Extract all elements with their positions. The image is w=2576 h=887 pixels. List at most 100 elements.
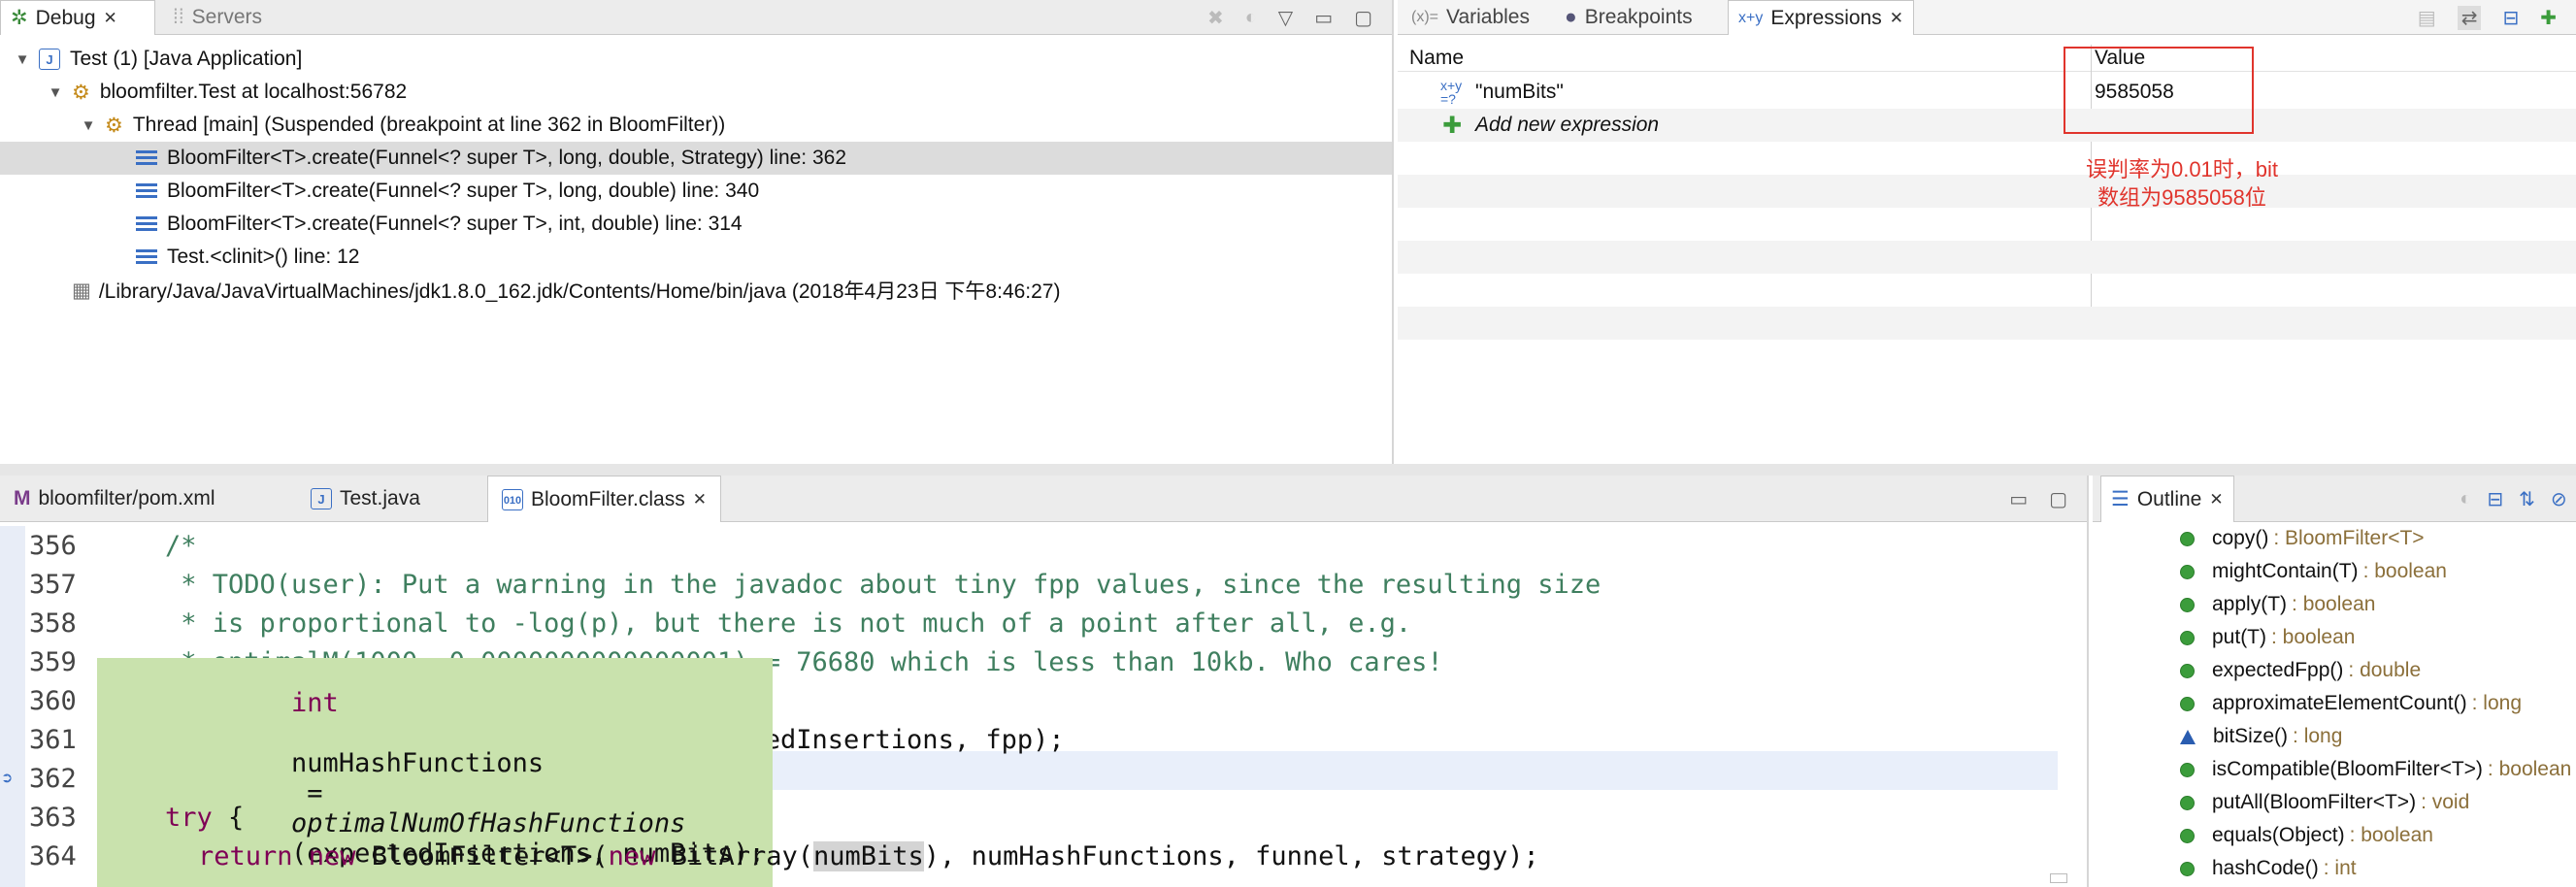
- method-type: : boolean: [2349, 824, 2433, 846]
- tab-debug-label: Debug: [35, 6, 96, 29]
- outline-item[interactable]: bitSize() : long: [2093, 720, 2576, 753]
- column-name-header[interactable]: Name: [1409, 47, 1464, 70]
- process-icon: ▦: [72, 279, 91, 302]
- stack-frame-label: BloomFilter<T>.create(Funnel<? super T>,…: [167, 180, 760, 202]
- tree-item-launch[interactable]: ▼ J Test (1) [Java Application]: [0, 43, 1392, 76]
- show-type-names-icon[interactable]: ▤: [2418, 6, 2436, 30]
- current-code-line: 362 ➲ int numHashFunctions = optimalNumO…: [0, 658, 2087, 887]
- focus-icon[interactable]: ◐: [2460, 488, 2471, 510]
- minimize-icon[interactable]: ▭: [2009, 487, 2028, 511]
- instruction-pointer-icon: ➲: [2, 768, 13, 789]
- line-number: 362: [29, 763, 77, 794]
- add-icon: ✚: [1442, 112, 1463, 139]
- code-line: 364 return new BloomFilter<T>( new BitAr…: [0, 837, 2087, 875]
- outline-item[interactable]: mightContain(T) : boolean: [2093, 555, 2576, 588]
- code-text: ), numHashFunctions, funnel, strategy);: [923, 840, 1539, 871]
- close-icon[interactable]: ✕: [693, 490, 707, 509]
- method-name: put(T): [2212, 626, 2267, 648]
- maximize-icon[interactable]: ▢: [2049, 487, 2067, 511]
- tab-variables[interactable]: (x)= Variables: [1402, 0, 1539, 35]
- outline-item[interactable]: apply(T) : boolean: [2093, 588, 2576, 621]
- add-expression-label: Add new expression: [1475, 114, 1660, 136]
- expand-arrow-icon[interactable]: ▼: [14, 51, 31, 68]
- add-expression-row[interactable]: ✚ Add new expression: [1398, 109, 2576, 142]
- method-name: mightContain(T): [2212, 560, 2359, 582]
- stripe: [1398, 241, 2576, 274]
- tab-variables-label: Variables: [1446, 6, 1530, 28]
- method-type: : boolean: [2271, 626, 2356, 648]
- stripe: [1398, 175, 2576, 208]
- method-type: : long: [2471, 692, 2522, 714]
- editor-panel: M bloomfilter/pom.xml J Test.java 010 Bl…: [0, 476, 2089, 887]
- annotation-text: 误判率为0.01时，bit 数组为9585058位: [2058, 155, 2306, 212]
- expand-arrow-icon[interactable]: ▼: [47, 84, 64, 101]
- tree-item-thread[interactable]: ▼ ⚙ Thread [main] (Suspended (breakpoint…: [0, 109, 1392, 142]
- tab-servers[interactable]: ⁞⁞ Servers: [163, 0, 272, 35]
- tab-breakpoints[interactable]: ● Breakpoints: [1555, 0, 1702, 35]
- editor-tabbar: M bloomfilter/pom.xml J Test.java 010 Bl…: [0, 476, 2087, 522]
- minimize-icon[interactable]: ▭: [1314, 6, 1333, 30]
- keyword: int: [291, 688, 339, 718]
- add-expression-icon[interactable]: ✚: [2540, 6, 2557, 30]
- outline-item[interactable]: equals(Object) : boolean: [2093, 819, 2576, 852]
- remove-all-terminated-icon[interactable]: ✖: [1207, 6, 1224, 30]
- public-method-icon: [2180, 696, 2195, 711]
- tab-expressions[interactable]: x+y Expressions ✕: [1728, 0, 1914, 35]
- sort-icon[interactable]: ⇅: [2519, 487, 2535, 511]
- outline-item[interactable]: expectedFpp() : double: [2093, 654, 2576, 687]
- tab-pom[interactable]: M bloomfilter/pom.xml: [0, 476, 225, 522]
- expand-arrow-icon[interactable]: ▼: [80, 117, 97, 134]
- maximize-icon[interactable]: ▢: [1354, 6, 1372, 30]
- collapse-all-icon[interactable]: ⊟: [2502, 6, 2519, 30]
- method-name: hashCode(): [2212, 857, 2319, 879]
- stack-frame-row[interactable]: Test.<clinit>() line: 12: [0, 241, 1392, 274]
- tree-item-process[interactable]: ▦ /Library/Java/JavaVirtualMachines/jdk1…: [0, 274, 1392, 307]
- outline-item[interactable]: hashCode() : int: [2093, 852, 2576, 885]
- outline-item[interactable]: approximateElementCount() : long: [2093, 687, 2576, 720]
- tab-debug[interactable]: ✲ Debug ✕: [0, 0, 155, 35]
- close-icon[interactable]: ✕: [1890, 9, 1903, 28]
- stack-frame-row[interactable]: BloomFilter<T>.create(Funnel<? super T>,…: [0, 175, 1392, 208]
- annotation-line: 误判率为0.01时，bit: [2085, 157, 2279, 181]
- expressions-tabbar: (x)= Variables ● Breakpoints x+y Express…: [1398, 0, 2576, 35]
- sash[interactable]: [0, 464, 2576, 476]
- close-icon[interactable]: ✕: [2209, 490, 2223, 509]
- outline-item[interactable]: copy() : BloomFilter<T>: [2093, 522, 2576, 555]
- java-file-icon: J: [311, 488, 332, 509]
- expression-row[interactable]: x+y =? "numBits" 9585058: [1398, 76, 2576, 109]
- java-app-icon: J: [39, 49, 60, 70]
- debug-panel: ✲ Debug ✕ ⁞⁞ Servers ✖ ◐ ▽ ▭ ▢ ▼ J Test …: [0, 0, 1394, 464]
- variables-icon: (x)=: [1411, 9, 1438, 25]
- method-name: isCompatible(BloomFilter<T>): [2212, 758, 2483, 780]
- public-method-icon: [2180, 762, 2195, 777]
- stack-frame-row[interactable]: BloomFilter<T>.create(Funnel<? super T>,…: [0, 208, 1392, 241]
- tree-item-vm[interactable]: ▼ ⚙ bloomfilter.Test at localhost:56782: [0, 76, 1392, 109]
- method-name: equals(Object): [2212, 824, 2345, 846]
- expressions-toolbar: ▤ ⇄ ⊟ ✚: [2418, 0, 2557, 35]
- tab-bloomfilter-class[interactable]: 010 BloomFilter.class ✕: [487, 476, 721, 522]
- public-method-icon: [2180, 630, 2195, 645]
- options-icon[interactable]: ◐: [1245, 7, 1257, 29]
- stack-frame-icon: [136, 183, 157, 199]
- outline-item[interactable]: put(T) : boolean: [2093, 621, 2576, 654]
- view-menu-icon[interactable]: ▽: [1278, 6, 1293, 30]
- outline-tabbar: ☰ Outline ✕ ◐ ⊟ ⇅ ⊘ Ş: [2093, 476, 2576, 522]
- close-icon[interactable]: ✕: [104, 9, 117, 28]
- show-logical-structure-icon[interactable]: ⇄: [2457, 5, 2482, 30]
- method-name: putAll(BloomFilter<T>): [2212, 791, 2417, 813]
- outline-item[interactable]: putAll(BloomFilter<T>) : void: [2093, 786, 2576, 819]
- override-method-icon: [2180, 861, 2195, 876]
- tab-outline[interactable]: ☰ Outline ✕: [2100, 476, 2234, 522]
- line-number: 361: [29, 724, 77, 755]
- outline-item[interactable]: isCompatible(BloomFilter<T>) : boolean: [2093, 753, 2576, 786]
- stack-frame-row[interactable]: BloomFilter<T>.create(Funnel<? super T>,…: [0, 142, 1392, 175]
- collapse-all-icon[interactable]: ⊟: [2487, 487, 2503, 511]
- hide-fields-icon[interactable]: ⊘: [2551, 487, 2567, 511]
- code-area[interactable]: 356 /* 357 * TODO(user): Put a warning i…: [0, 526, 2087, 887]
- outline-icon: ☰: [2111, 488, 2130, 510]
- tab-test-java[interactable]: J Test.java: [301, 476, 430, 522]
- line-number: 357: [29, 569, 77, 600]
- keyword: new: [608, 840, 656, 871]
- code-line: 357 * TODO(user): Put a warning in the j…: [0, 565, 2087, 604]
- tab-outline-label: Outline: [2136, 487, 2202, 510]
